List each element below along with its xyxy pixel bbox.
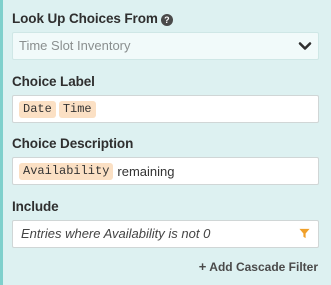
add-cascade-filter-label: Add Cascade Filter xyxy=(209,260,318,274)
choice-label-input[interactable]: Date Time xyxy=(12,95,319,123)
lookup-label: Look Up Choices From xyxy=(12,11,158,26)
include-filter-value: Entries where Availability is not 0 xyxy=(21,226,211,241)
choice-description-tokens: Availability remaining xyxy=(19,158,175,184)
include-filter-field[interactable]: Entries where Availability is not 0 xyxy=(12,220,319,248)
token-chip-date[interactable]: Date xyxy=(19,100,56,118)
chevron-down-icon xyxy=(298,42,312,50)
choice-description-section: Choice Description Availability remainin… xyxy=(12,135,319,185)
token-chip-time[interactable]: Time xyxy=(58,100,96,118)
filter-funnel-icon[interactable] xyxy=(299,228,310,239)
token-chip-availability[interactable]: Availability xyxy=(19,162,114,180)
lookup-source-select[interactable]: Time Slot Inventory xyxy=(12,32,319,60)
include-heading: Include xyxy=(12,199,59,214)
choice-description-heading: Choice Description xyxy=(12,136,134,151)
panel-left-border xyxy=(0,0,3,285)
plus-icon: + xyxy=(198,259,207,274)
choice-label-heading: Choice Label xyxy=(12,74,95,89)
add-cascade-filter-button[interactable]: + Add Cascade Filter xyxy=(199,260,318,274)
question-circle-icon[interactable]: ? xyxy=(160,14,173,26)
choice-label-section: Choice Label Date Time xyxy=(12,73,319,123)
include-section: Include Entries where Availability is no… xyxy=(12,198,319,248)
choice-label-tokens: Date Time xyxy=(19,96,96,122)
lookup-label-row: Look Up Choices From? xyxy=(12,10,319,28)
lookup-source-value: Time Slot Inventory xyxy=(19,38,131,53)
choice-description-text: remaining xyxy=(117,163,175,179)
choice-description-input[interactable]: Availability remaining xyxy=(12,157,319,185)
lookup-section: Look Up Choices From? Time Slot Inventor… xyxy=(12,10,319,60)
